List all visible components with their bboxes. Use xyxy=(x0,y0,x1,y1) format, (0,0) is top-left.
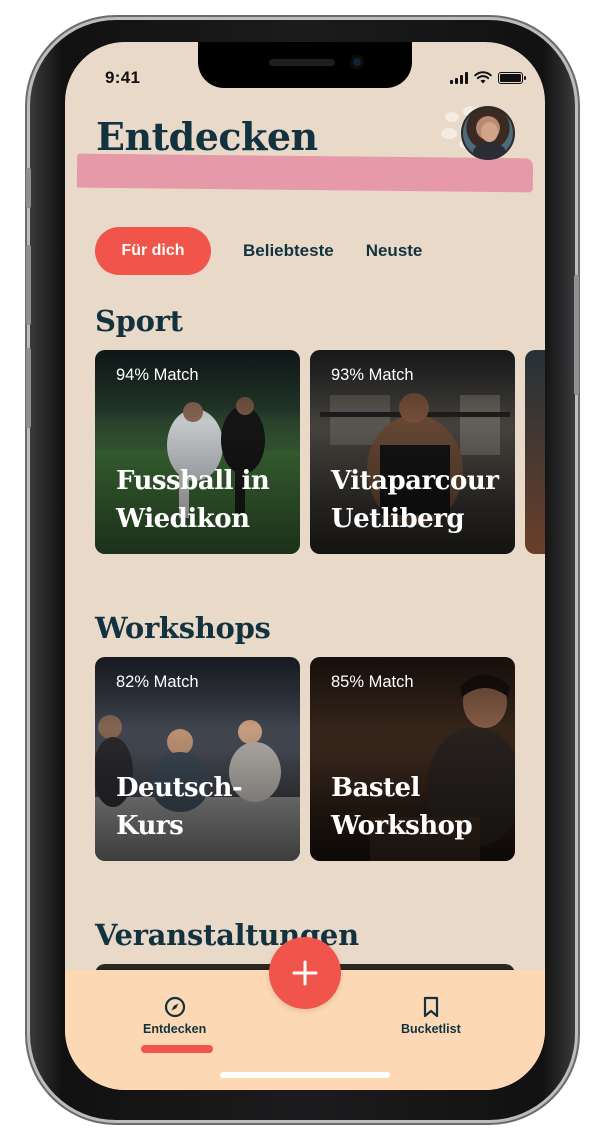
add-button[interactable] xyxy=(269,937,341,1009)
nav-label: Bucketlist xyxy=(401,1022,461,1036)
camera xyxy=(350,55,364,69)
tab-fuer-dich[interactable]: Für dich xyxy=(95,227,211,275)
status-icons xyxy=(450,71,526,84)
bookmark-icon xyxy=(423,996,438,1018)
card-title: Vitaparcour Uetliberg xyxy=(331,466,499,534)
nav-item-entdecken[interactable]: Entdecken xyxy=(143,996,206,1036)
section-title-sport: Sport xyxy=(95,304,183,338)
card-title: Fussball in Wiedikon xyxy=(116,466,270,534)
match-score: 85% Match xyxy=(331,673,414,691)
status-time: 9:41 xyxy=(105,68,141,87)
battery-icon xyxy=(498,71,526,84)
activity-card[interactable]: 94% Match Fussball in Wiedikon xyxy=(95,350,300,554)
plus-icon xyxy=(292,960,318,986)
wifi-icon xyxy=(474,71,492,84)
card-title: Bastel Workshop xyxy=(331,773,473,841)
signal-icon xyxy=(450,71,468,84)
home-indicator xyxy=(220,1072,390,1078)
header-brush-highlight xyxy=(76,153,534,193)
silent-switch xyxy=(26,168,31,208)
activity-card-peek[interactable] xyxy=(525,350,545,554)
activity-card[interactable]: 85% Match Bastel Workshop xyxy=(310,657,515,861)
avatar[interactable] xyxy=(461,106,515,160)
app-screen: 9:41 Entdecken Für dich Beliebteste Neus… xyxy=(65,42,545,1090)
tab-neuste[interactable]: Neuste xyxy=(366,241,423,261)
speaker xyxy=(269,59,335,66)
compass-icon xyxy=(164,996,185,1018)
card-title: Deutsch-Kurs xyxy=(116,773,243,841)
volume-up-button xyxy=(26,245,31,325)
match-score: 82% Match xyxy=(116,673,199,691)
active-nav-indicator xyxy=(141,1045,213,1053)
power-button xyxy=(574,275,579,395)
notch xyxy=(198,42,412,88)
nav-label: Entdecken xyxy=(143,1022,207,1036)
match-score: 93% Match xyxy=(331,366,414,384)
page-title: Entdecken xyxy=(96,114,318,159)
filter-tabs: Für dich Beliebteste Neuste xyxy=(95,227,422,275)
activity-card[interactable]: 93% Match Vitaparcour Uetliberg xyxy=(310,350,515,554)
section-title-workshops: Workshops xyxy=(95,611,271,645)
nav-item-bucketlist[interactable]: Bucketlist xyxy=(401,996,461,1036)
tab-beliebteste[interactable]: Beliebteste xyxy=(243,241,334,261)
volume-down-button xyxy=(26,348,31,428)
activity-card[interactable]: 82% Match Deutsch-Kurs xyxy=(95,657,300,861)
match-score: 94% Match xyxy=(116,366,199,384)
